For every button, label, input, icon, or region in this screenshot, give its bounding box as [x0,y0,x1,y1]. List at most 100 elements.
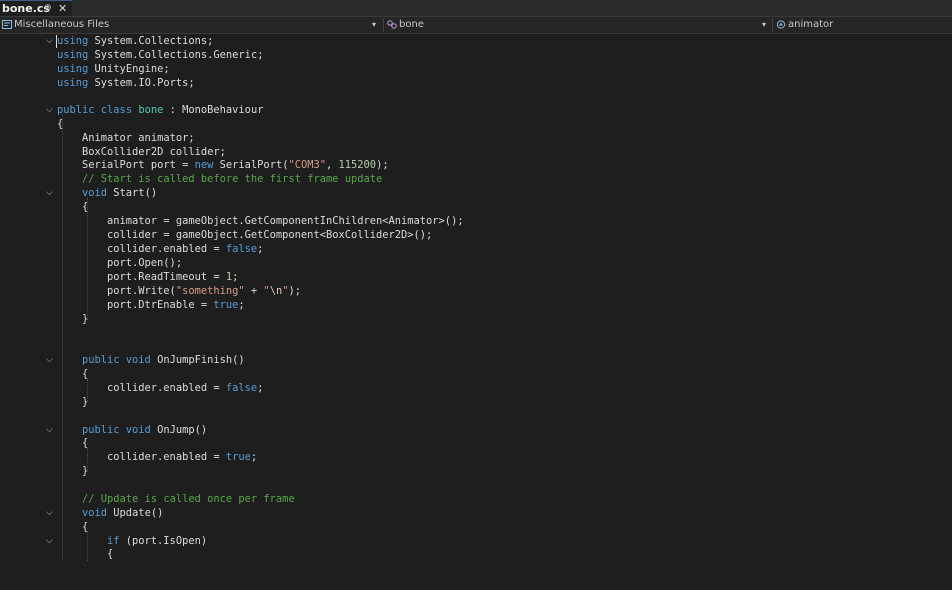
code-token: collider.enabled = [107,451,226,463]
code-token: false [225,382,258,394]
code-token: public void [82,354,151,366]
code-token: Update() [107,507,164,519]
collapse-chevron-icon[interactable]: ⌵ [46,423,53,437]
code-text: // Start is called before the first fram… [82,172,382,186]
code-text: public void OnJump() [82,423,207,437]
code-line: ⌵ public void OnJump() [0,423,952,437]
code-text: // Update is called once per frame [82,492,295,506]
code-line: animator = gameObject.GetComponentInChil… [0,214,952,228]
code-text: using System.Collections; [57,34,213,48]
code-token: collider.enabled = [107,382,226,394]
code-token: // Start is called before the first fram… [82,173,383,185]
code-token: SerialPort( [213,159,289,171]
collapse-chevron-icon[interactable]: ⌵ [46,34,53,48]
code-token: using [57,63,89,75]
collapse-chevron-icon[interactable]: ⌵ [46,506,53,520]
code-token: \n [269,285,283,297]
code-text: public class bone : MonoBehaviour [57,103,263,117]
code-token: // Update is called once per frame [82,493,295,505]
code-line: using System.IO.Ports; [0,76,952,90]
code-token: animator = gameObject.GetComponentInChil… [107,215,464,227]
code-line: collider = gameObject.GetComponent<BoxCo… [0,228,952,242]
chevron-down-icon[interactable]: ▾ [372,17,376,33]
code-text: using System.IO.Ports; [57,76,195,90]
code-text: SerialPort port = new SerialPort("COM3",… [82,158,389,172]
collapse-chevron-icon[interactable]: ⌵ [46,103,53,117]
code-text: port.DtrEnable = true; [107,298,245,312]
chevron-down-icon[interactable]: ▾ [762,17,766,33]
code-token: port.Open(); [107,257,183,269]
code-line: Animator animator; [0,131,952,145]
code-token: bone [138,104,164,116]
code-token: } [82,396,89,408]
code-token: System.Collections.Generic; [94,49,264,61]
code-text: { [82,436,88,450]
code-line: using System.Collections.Generic; [0,48,952,62]
code-token: { [82,521,89,533]
code-token: using [57,49,89,61]
code-token: void [82,187,108,199]
project-dropdown[interactable]: Miscellaneous Files [2,17,109,33]
project-icon [2,19,12,29]
code-token: Animator animator; [82,132,195,144]
code-line: { [0,547,952,561]
code-line: ⌵ public class bone : MonoBehaviour [0,103,952,117]
code-token: { [82,368,89,380]
code-token: { [57,118,64,130]
member-dropdown[interactable]: animator [776,17,833,33]
code-text: BoxCollider2D collider; [82,145,226,159]
code-line: ⌵ public void OnJumpFinish() [0,353,952,367]
code-line: collider.enabled = false; [0,381,952,395]
code-line: { [0,367,952,381]
code-line: port.ReadTimeout = 1; [0,270,952,284]
collapse-chevron-icon[interactable]: ⌵ [46,534,53,548]
code-token: ); [288,285,301,297]
tab-bone-cs[interactable]: bone.cs ⊕ ✕ [0,0,72,16]
code-line: { [0,200,952,214]
divider [772,18,773,32]
code-token: public class [57,104,139,116]
code-token: { [107,548,114,560]
tab-label: bone.cs [2,2,50,15]
code-text: void Update() [82,506,163,520]
code-text: animator = gameObject.GetComponentInChil… [107,214,464,228]
code-text: } [82,464,88,478]
code-text: public void OnJumpFinish() [82,353,245,367]
code-text: port.Open(); [107,256,182,270]
collapse-chevron-icon[interactable]: ⌵ [46,186,53,200]
code-editor[interactable]: ⌵ using System.Collections; using System… [0,34,952,561]
code-token: void [82,507,108,519]
code-text: port.Write("something" + "\n"); [107,284,301,298]
code-token: 115200 [338,159,377,171]
code-line: ⌵ if (port.IsOpen) [0,534,952,548]
divider [383,18,384,32]
code-token: System.IO.Ports; [94,77,195,89]
code-text: { [82,367,88,381]
code-line: } [0,312,952,326]
code-token: ; [257,382,264,394]
code-text: { [57,117,63,131]
code-token: collider = gameObject.GetComponent<BoxCo… [107,229,433,241]
code-token: public void [82,424,151,436]
code-line: // Start is called before the first fram… [0,172,952,186]
code-line: BoxCollider2D collider; [0,145,952,159]
code-token: port.DtrEnable = [107,299,214,311]
code-token: port.ReadTimeout = [107,271,226,283]
collapse-chevron-icon[interactable]: ⌵ [46,353,53,367]
close-icon[interactable]: ✕ [58,1,67,16]
pin-icon[interactable]: ⊕ [44,1,52,16]
code-line: } [0,464,952,478]
code-text: { [82,200,88,214]
code-token: , [326,159,339,171]
code-text: collider.enabled = false; [107,381,263,395]
code-token: port.Write( [107,285,176,297]
code-line: { [0,436,952,450]
project-label: Miscellaneous Files [14,19,110,30]
code-token: { [82,437,89,449]
code-token: { [82,201,89,213]
code-text: collider = gameObject.GetComponent<BoxCo… [107,228,432,242]
code-token: false [225,243,258,255]
code-line: { [0,520,952,534]
code-line: // Update is called once per frame [0,492,952,506]
class-dropdown[interactable]: bone [387,17,424,33]
